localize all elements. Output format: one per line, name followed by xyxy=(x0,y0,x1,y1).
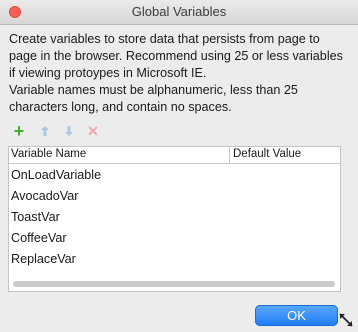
variables-table: Variable Name Default Value OnLoadVariab… xyxy=(8,146,341,292)
table-header: Variable Name Default Value xyxy=(9,147,340,164)
table-row[interactable]: ReplaceVar xyxy=(11,249,331,270)
column-header-default-value[interactable]: Default Value xyxy=(233,148,301,160)
title-bar: Global Variables xyxy=(0,0,358,25)
variable-name-cell: CoffeeVar xyxy=(11,231,67,245)
table-row[interactable]: AvocadoVar xyxy=(11,186,331,207)
rules-text: Variable names must be alphanumeric, les… xyxy=(9,83,298,114)
x-icon[interactable]: ✕ xyxy=(86,123,100,139)
table-row[interactable]: OnLoadVariable xyxy=(11,165,331,186)
ok-button[interactable]: OK xyxy=(255,305,338,326)
plus-icon[interactable]: + xyxy=(12,122,26,140)
horizontal-scrollbar[interactable] xyxy=(13,281,335,287)
variable-name-cell: OnLoadVariable xyxy=(11,168,102,182)
variable-name-cell: ReplaceVar xyxy=(11,252,76,266)
column-divider[interactable] xyxy=(229,147,230,163)
arrow-up-icon[interactable] xyxy=(38,124,52,138)
window-title: Global Variables xyxy=(131,4,227,19)
variable-name-cell: ToastVar xyxy=(11,210,60,224)
table-row[interactable]: CoffeeVar xyxy=(11,228,331,249)
resize-handle-icon[interactable] xyxy=(339,313,353,327)
variable-name-cell: AvocadoVar xyxy=(11,189,79,203)
arrow-down-icon[interactable] xyxy=(62,124,76,138)
table-row[interactable]: ToastVar xyxy=(11,207,331,228)
column-header-variable-name[interactable]: Variable Name xyxy=(11,148,86,160)
description-text: Create variables to store data that pers… xyxy=(9,32,343,80)
